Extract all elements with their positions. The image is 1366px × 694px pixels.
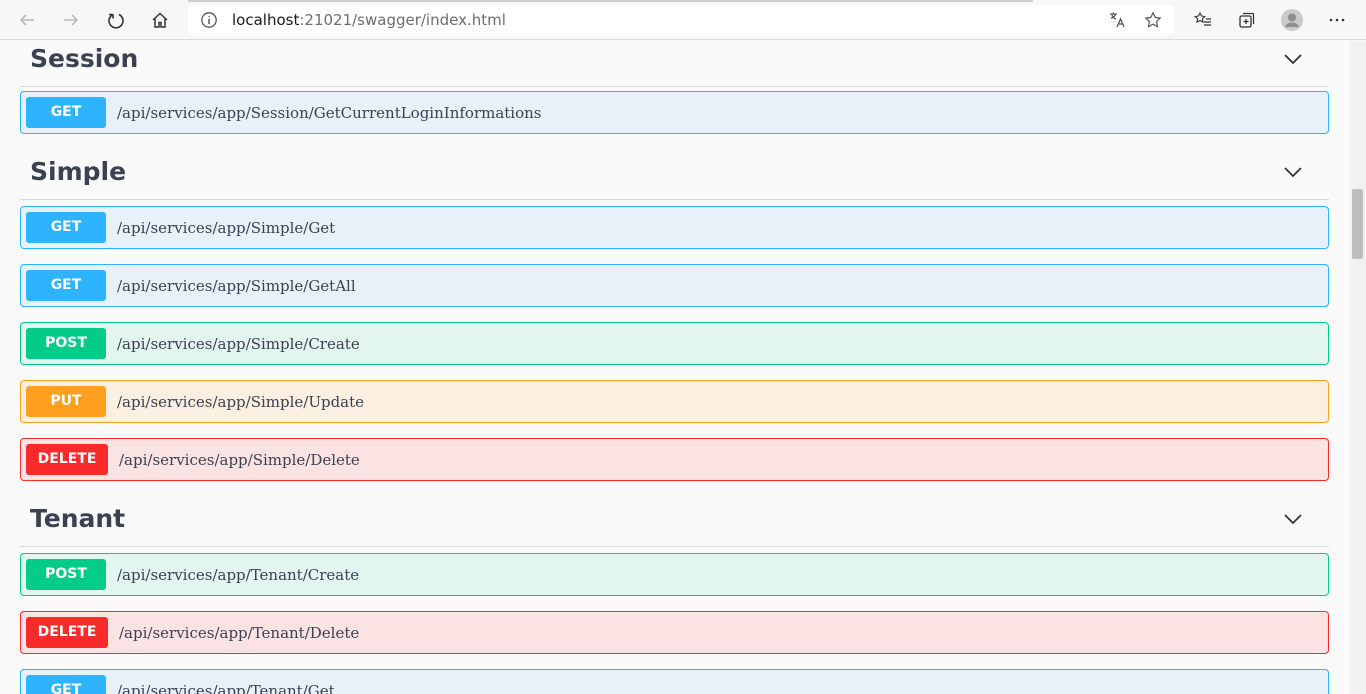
swagger-content: Session GET /api/services/app/Session/Ge…	[0, 41, 1350, 694]
operation-path: /api/services/app/Simple/Delete	[119, 451, 360, 469]
translate-icon[interactable]	[1108, 11, 1126, 29]
operation-row[interactable]: DELETE /api/services/app/Simple/Delete	[20, 438, 1329, 481]
operation-path: /api/services/app/Simple/Update	[117, 393, 365, 411]
method-badge: POST	[26, 328, 106, 359]
chevron-down-icon[interactable]	[1282, 48, 1304, 70]
operation-path: /api/services/app/Simple/Create	[117, 335, 360, 353]
chevron-down-icon[interactable]	[1282, 508, 1304, 530]
more-icon	[1329, 18, 1345, 22]
operation-row[interactable]: DELETE /api/services/app/Tenant/Delete	[20, 611, 1329, 654]
back-button[interactable]	[13, 6, 41, 34]
method-badge: DELETE	[26, 617, 108, 648]
operation-row[interactable]: PUT /api/services/app/Simple/Update	[20, 380, 1329, 423]
operation-path: /api/services/app/Simple/Get	[117, 219, 336, 237]
vertical-scrollbar[interactable]	[1350, 41, 1366, 694]
section-title: Simple	[30, 157, 127, 186]
operation-row[interactable]: POST /api/services/app/Tenant/Create	[20, 553, 1329, 596]
favorites-list-icon	[1194, 11, 1211, 26]
refresh-button[interactable]	[102, 6, 130, 34]
scrollbar-thumb[interactable]	[1352, 189, 1363, 259]
forward-icon	[64, 14, 79, 26]
favorite-star-icon[interactable]	[1144, 11, 1162, 29]
operation-path: /api/services/app/Tenant/Delete	[119, 624, 360, 642]
favorites-list-button[interactable]	[1189, 6, 1217, 34]
method-badge: DELETE	[26, 444, 108, 475]
home-button[interactable]	[146, 6, 174, 34]
operation-row[interactable]: POST /api/services/app/Simple/Create	[20, 322, 1329, 365]
address-bar[interactable]: localhost:21021/swagger/index.html	[188, 5, 1174, 35]
operation-row[interactable]: GET /api/services/app/Session/GetCurrent…	[20, 91, 1329, 134]
operation-path: /api/services/app/Session/GetCurrentLogi…	[117, 104, 542, 122]
url-host: localhost	[232, 11, 300, 29]
section-header-session[interactable]: Session	[20, 41, 1329, 87]
profile-button[interactable]	[1278, 6, 1306, 34]
method-badge: GET	[26, 97, 106, 128]
section-title: Tenant	[30, 504, 126, 533]
operation-path: /api/services/app/Tenant/Get	[117, 682, 335, 694]
home-icon	[152, 12, 168, 28]
refresh-icon	[108, 13, 124, 29]
profile-avatar	[1281, 9, 1303, 31]
more-button[interactable]	[1323, 6, 1351, 34]
operation-path: /api/services/app/Simple/GetAll	[117, 277, 356, 295]
chevron-down-icon[interactable]	[1282, 161, 1304, 183]
loading-bar	[188, 0, 1033, 2]
method-badge: POST	[26, 559, 106, 590]
info-icon[interactable]	[200, 11, 218, 29]
collections-button[interactable]	[1233, 6, 1261, 34]
browser-toolbar: localhost:21021/swagger/index.html	[0, 0, 1366, 40]
back-icon	[19, 14, 34, 26]
url-text: localhost:21021/swagger/index.html	[232, 5, 506, 35]
method-badge: PUT	[26, 386, 106, 417]
operation-row[interactable]: GET /api/services/app/Simple/Get	[20, 206, 1329, 249]
operation-path: /api/services/app/Tenant/Create	[117, 566, 360, 584]
collections-icon	[1239, 12, 1255, 28]
section-header-simple[interactable]: Simple	[20, 154, 1329, 200]
section-title: Session	[30, 44, 139, 73]
url-path: :21021/swagger/index.html	[299, 11, 506, 29]
method-badge: GET	[26, 675, 106, 694]
section-header-tenant[interactable]: Tenant	[20, 501, 1329, 547]
operation-row[interactable]: GET /api/services/app/Tenant/Get	[20, 669, 1329, 694]
forward-button[interactable]	[57, 6, 85, 34]
method-badge: GET	[26, 270, 106, 301]
operation-row[interactable]: GET /api/services/app/Simple/GetAll	[20, 264, 1329, 307]
method-badge: GET	[26, 212, 106, 243]
